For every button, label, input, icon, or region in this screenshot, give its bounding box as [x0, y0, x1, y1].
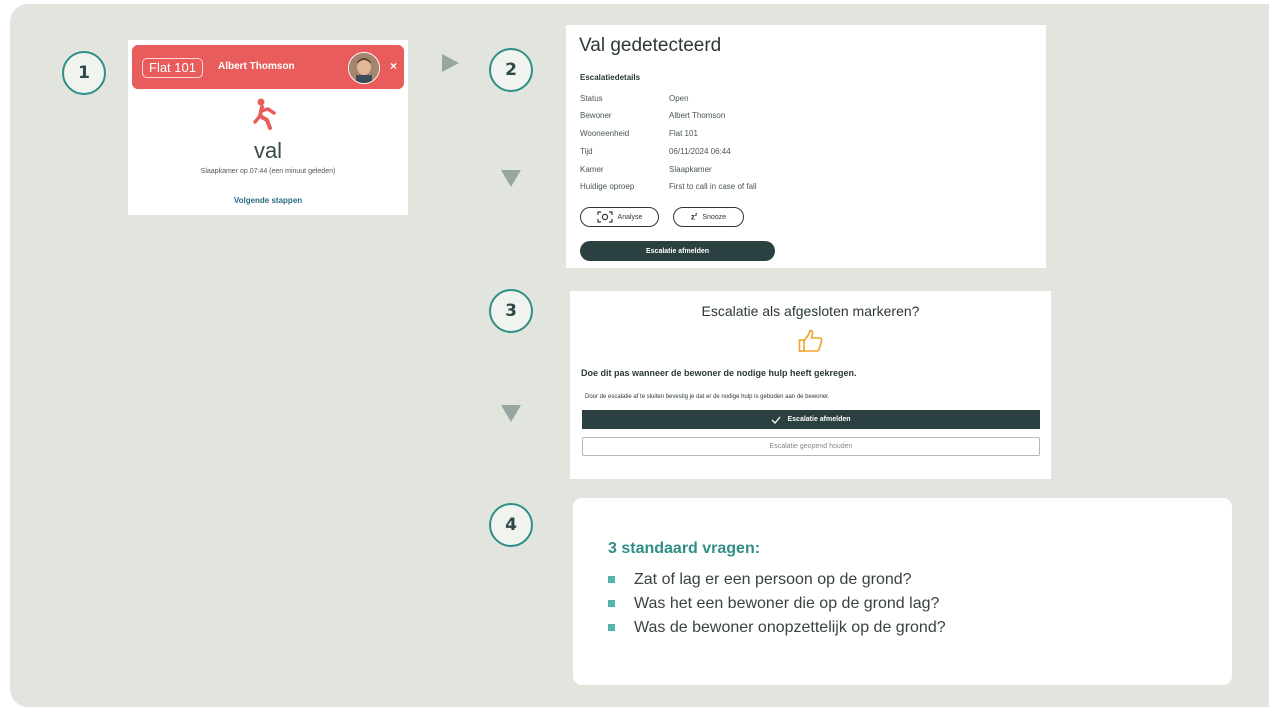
escalation-details-card: Val gedetecteerd Escalatiedetails Status… — [566, 25, 1046, 268]
close-escalation-button[interactable]: Escalatie afmelden — [580, 241, 775, 261]
detail-value: Albert Thomson — [669, 111, 726, 120]
arrow-down-icon — [501, 170, 521, 187]
fall-alert-card: Flat 101 Albert Thomson × val Slaapkamer… — [128, 40, 408, 215]
avatar — [348, 52, 380, 84]
thumbs-up-icon — [798, 329, 823, 352]
detail-label: Bewoner — [580, 111, 612, 120]
detail-label: Wooneenheid — [580, 129, 630, 138]
detail-label: Kamer — [580, 165, 604, 174]
detail-label: Huidige oproep — [580, 182, 635, 191]
confirm-close-button[interactable]: Escalatie afmelden — [582, 410, 1040, 429]
detail-label: Tijd — [580, 147, 593, 156]
snooze-button[interactable]: zz Snooze — [673, 207, 744, 227]
list-item: Zat of lag er een persoon op de grond? — [608, 568, 946, 592]
confirmation-note: Door de escalatie af te sluiten bevestig… — [585, 394, 830, 400]
confirm-close-card: Escalatie als afgesloten markeren? Doe d… — [570, 291, 1051, 479]
camera-scan-icon — [596, 211, 613, 223]
alert-header: Flat 101 Albert Thomson × — [132, 45, 404, 89]
confirm-close-label: Escalatie afmelden — [787, 416, 851, 423]
flat-badge: Flat 101 — [142, 58, 203, 78]
resident-name: Albert Thomson — [218, 61, 295, 72]
section-heading: Escalatiedetails — [580, 73, 641, 82]
detail-value: Open — [669, 94, 689, 103]
snooze-label: Snooze — [702, 213, 727, 221]
alert-subtitle: Slaapkamer op 07:44 (een minuut geleden) — [200, 168, 336, 175]
detail-value: Flat 101 — [669, 129, 698, 138]
falling-person-icon — [253, 98, 276, 130]
list-item: Was de bewoner onopzettelijk op de grond… — [608, 616, 946, 640]
questions-heading: 3 standaard vragen: — [608, 540, 761, 557]
list-item: Was het een bewoner die op de grond lag? — [608, 592, 946, 616]
analyse-button[interactable]: Analyse — [580, 207, 659, 227]
detail-value: First to call in case of fall — [669, 182, 757, 191]
questions-list: Zat of lag er een persoon op de grond? W… — [608, 568, 946, 640]
next-steps-link[interactable]: Volgende stappen — [128, 196, 408, 205]
step-4-badge: 4 — [489, 503, 533, 547]
checkmark-icon — [772, 416, 781, 424]
dialog-title: Escalatie als afgesloten markeren? — [701, 303, 920, 319]
snooze-icon: zz — [690, 212, 698, 222]
alert-title: val — [253, 138, 283, 163]
arrow-right-icon — [442, 54, 459, 72]
arrow-down-icon — [501, 405, 521, 422]
page-title: Val gedetecteerd — [579, 35, 722, 56]
close-icon[interactable]: × — [390, 59, 397, 73]
detail-value: 06/11/2024 06:44 — [669, 147, 731, 156]
analyse-label: Analyse — [617, 213, 643, 221]
instruction-text: Doe dit pas wanneer de bewoner de nodige… — [581, 368, 857, 378]
detail-label: Status — [580, 94, 603, 103]
detail-value: Slaapkamer — [669, 165, 712, 174]
step-2-badge: 2 — [489, 48, 533, 92]
step-3-badge: 3 — [489, 289, 533, 333]
keep-open-button[interactable]: Escalatie geopend houden — [582, 437, 1040, 456]
standard-questions-card: 3 standaard vragen: Zat of lag er een pe… — [573, 498, 1232, 685]
step-1-badge: 1 — [62, 51, 106, 95]
